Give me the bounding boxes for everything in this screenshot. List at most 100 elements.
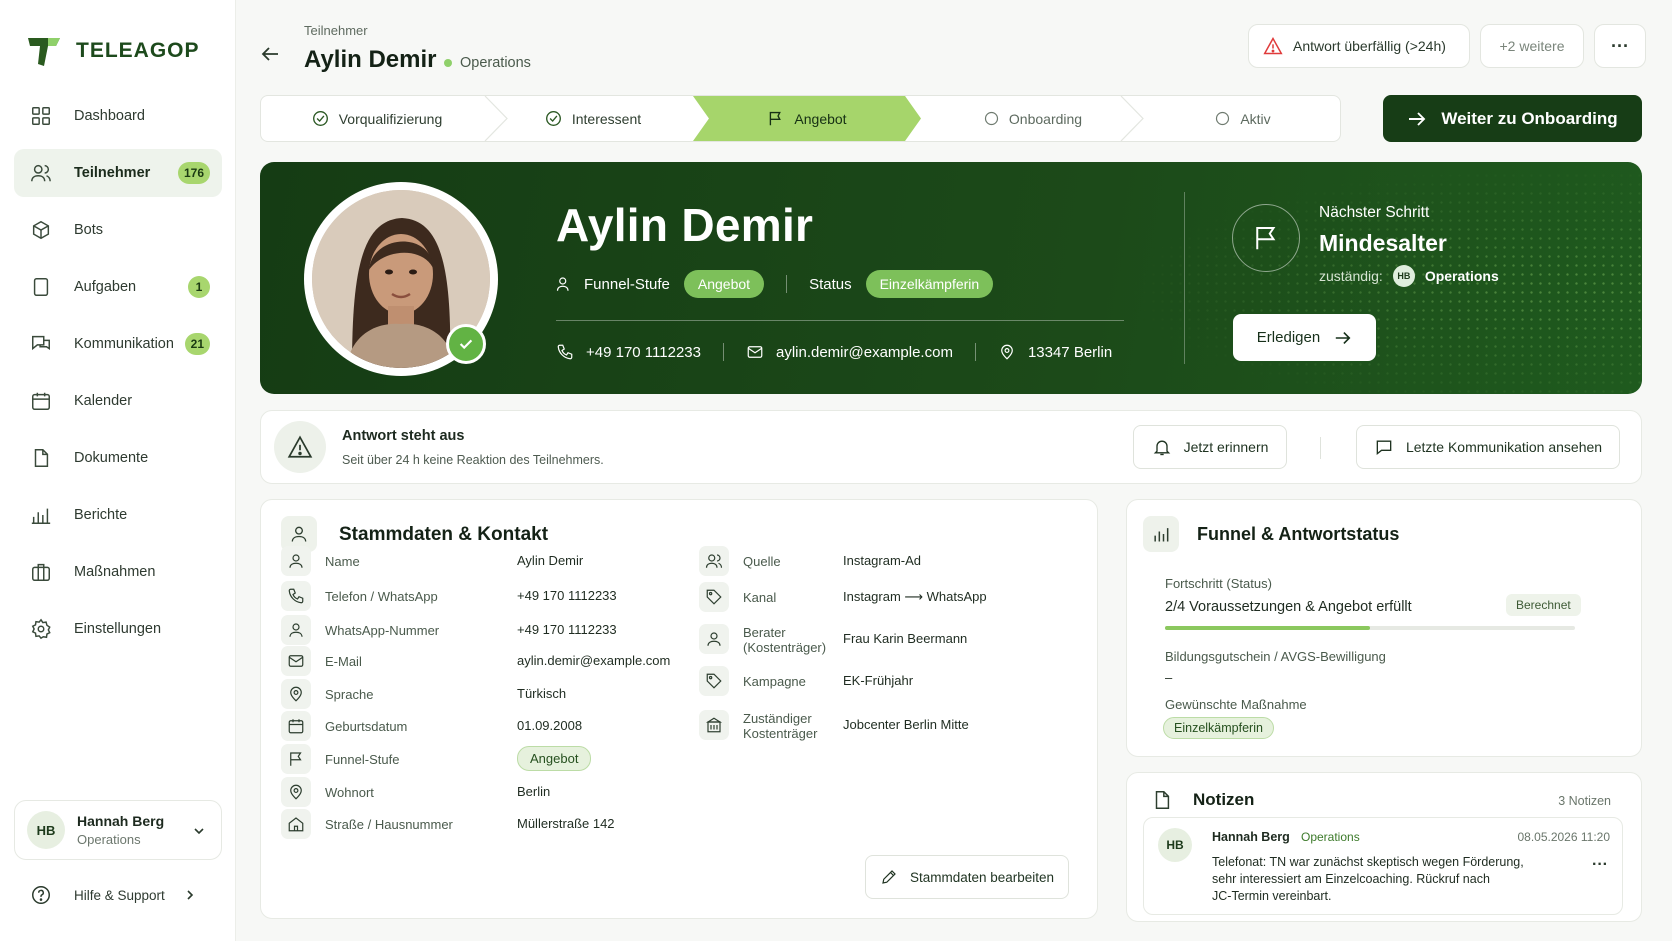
sidebar-item-bots[interactable]: Bots [14,206,222,254]
bar-chart-icon [1154,528,1169,542]
step-aktiv[interactable]: Aktiv [1145,96,1340,141]
avatar: HB [1158,828,1192,862]
sidebar-item-dashboard[interactable]: Dashboard [14,92,222,140]
divider [1320,437,1321,459]
sidebar-item-kalender[interactable]: Kalender [14,377,222,425]
funnel-stage-badge: Angebot [517,746,592,771]
note-menu-button[interactable]: ··· [1592,856,1608,874]
alert-label: Antwort überfällig (>24h) [1293,38,1446,54]
building-icon [705,717,723,733]
step-interessent[interactable]: Interessent [493,96,693,141]
funnel-stage-badge: Angebot [683,270,765,298]
user-icon [289,554,303,568]
phone-icon [557,344,573,360]
alert-icon-wrap [274,421,326,473]
sidebar-item-einstellungen[interactable]: Einstellungen [14,605,222,653]
logo[interactable]: TELEAGOP [26,34,200,68]
view-last-communication-button[interactable]: Letzte Kommunikation ansehen [1356,425,1620,469]
edit-master-data-button[interactable]: Stammdaten bearbeiten [865,855,1069,899]
step-vorqualifizierung[interactable]: Vorqualifizierung [261,96,493,141]
step-divider [1120,96,1144,141]
arrow-right-icon [1409,111,1426,126]
field-icon-box [281,809,311,839]
next-stage-button[interactable]: Weiter zu Onboarding [1383,95,1642,142]
step-angebot[interactable]: Angebot [693,96,921,141]
note-item[interactable]: HB Hannah Berg Operations 08.05.2026 11:… [1143,817,1623,915]
divider [722,343,724,361]
field-icon-box [281,646,311,676]
last-comm-label: Letzte Kommunikation ansehen [1405,439,1603,455]
step-label: Onboarding [1008,110,1083,127]
sidebar-item-dokumente[interactable]: Dokumente [14,434,222,482]
next-step-flag [1232,204,1300,272]
circle-icon [984,111,999,126]
field-icon-box [281,744,311,774]
master-data-card: Stammdaten & Kontakt Name Aylin Demir Tele… [260,499,1098,919]
notes-card: Notizen 3 Notizen HB Hannah Berg Operati… [1126,772,1642,922]
chart-icon-wrap [1143,516,1179,552]
mail-icon [747,346,763,358]
back-button[interactable] [260,44,280,64]
field-icon-box [281,711,311,741]
edit-label: Stammdaten bearbeiten [909,869,1055,885]
count-badge: 21 [184,333,210,355]
field-icon [281,809,311,839]
field-icon-box [281,777,311,807]
participant-hero: Aylin Demir Funnel-Stufe Angebot Status … [260,162,1642,394]
note-line: sehr interessiert am Einzelcoaching. Rüc… [1212,872,1490,886]
sidebar-item-massnahmen[interactable]: Maßnahmen [14,548,222,596]
flag-icon [290,752,302,766]
field-label: Geburtsdatum [325,719,408,734]
sidebar-item-aufgaben[interactable]: Aufgaben 1 [14,263,222,311]
sidebar-item-berichte[interactable]: Berichte [14,491,222,539]
field-value: Aylin Demir [517,553,584,568]
calculated-tag: Berechnet [1506,594,1581,616]
verified-check-icon [446,324,486,364]
funnel-label: Funnel-Stufe [584,275,670,293]
field-icon [699,666,729,696]
help-icon [32,886,50,904]
warning-icon [287,435,313,458]
field-icon [281,581,311,611]
complete-step-button[interactable]: Erledigen [1233,314,1376,361]
sidebar-item-teilnehmer[interactable]: Teilnehmer 176 [14,149,222,197]
status-dot [444,59,452,67]
field-icon-box [699,710,729,740]
more-options-button[interactable]: ··· [1594,24,1646,68]
field-icon [699,582,729,612]
field-label: Funnel-Stufe [325,752,400,767]
more-alerts-button[interactable]: +2 weitere [1480,24,1584,68]
user-icon [707,632,721,646]
alert-title: Antwort steht aus [342,428,465,444]
notes-count: 3 Notizen [1558,794,1611,808]
field-label: WhatsApp-Nummer [325,623,440,638]
field-icon [699,624,729,654]
overdue-alert-button[interactable]: Antwort überfällig (>24h) [1248,24,1470,68]
field-icon-box [281,546,311,576]
sidebar-item-label: Einstellungen [74,621,162,637]
field-label: Sprache [325,687,374,702]
remind-now-button[interactable]: Jetzt erinnern [1133,425,1287,469]
field-value: +49 170 1112233 [517,588,617,603]
breadcrumb[interactable]: Teilnehmer [304,23,368,38]
field-icon [699,546,729,576]
count-badge: 176 [177,162,210,184]
check-circle-icon [312,111,328,126]
hero-email[interactable]: aylin.demir@example.com [776,344,953,361]
note-line: Telefonat: TN war zunächst skeptisch weg… [1212,855,1524,869]
field-value: Frau Karin Beermann [843,631,968,646]
divider [974,343,976,361]
user-menu[interactable]: HB Hannah Berg Operations [14,800,222,860]
step-onboarding[interactable]: Onboarding [921,96,1145,141]
voucher-value: – [1165,670,1173,685]
user-icon [291,526,307,542]
sidebar-item-kommunikation[interactable]: Kommunikation 21 [14,320,222,368]
hero-phone[interactable]: +49 170 1112233 [586,344,701,361]
user-role: Operations [77,832,141,847]
help-support-link[interactable]: Hilfe & Support [30,884,210,906]
field-label-line: (Kostenträger) [743,640,827,655]
arrow-right-icon [1335,331,1351,344]
field-label-line: Berater [743,625,786,640]
field-value: Angebot [517,746,592,771]
calendar-icon [288,719,304,734]
